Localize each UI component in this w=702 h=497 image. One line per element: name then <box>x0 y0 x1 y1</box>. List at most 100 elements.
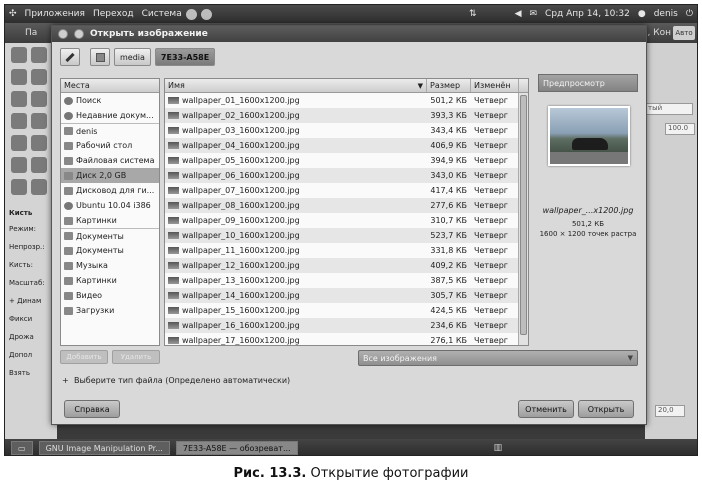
dock-combo[interactable]: тый <box>645 103 693 115</box>
tool-icon[interactable] <box>11 135 27 151</box>
place-item[interactable]: Поиск <box>61 93 159 108</box>
show-desktop-button[interactable]: ▭ <box>11 441 33 455</box>
tool-icon[interactable] <box>11 69 27 85</box>
dock-value-field[interactable]: 100.0 <box>665 123 695 135</box>
chevron-down-icon: ▼ <box>627 354 633 362</box>
place-label: Документы <box>76 231 124 241</box>
tool-icon[interactable] <box>31 113 47 129</box>
place-item[interactable]: Картинки <box>61 273 159 288</box>
place-item[interactable]: Файловая система <box>61 153 159 168</box>
clock[interactable]: Срд Апр 14, 10:32 <box>545 9 630 19</box>
power-icon[interactable]: ⏻ <box>686 9 693 19</box>
column-name[interactable]: Имя ▼ <box>165 79 427 92</box>
tool-icon[interactable] <box>11 157 27 173</box>
cancel-button[interactable]: Отменить <box>518 400 574 418</box>
image-file-icon <box>168 97 179 104</box>
brush-size-field[interactable]: 20,0 <box>655 405 685 417</box>
help-button[interactable]: Справка <box>64 400 120 418</box>
file-row[interactable]: wallpaper_13_1600x1200.jpg 387,5 КБ Четвер… <box>165 273 528 288</box>
file-row[interactable]: wallpaper_05_1600x1200.jpg 394,9 КБ Четвер… <box>165 153 528 168</box>
firefox-icon[interactable] <box>185 8 197 20</box>
place-item[interactable]: Недавние докум... <box>61 108 159 123</box>
tool-icon[interactable] <box>31 69 47 85</box>
file-row[interactable]: wallpaper_12_1600x1200.jpg 409,2 КБ Четвер… <box>165 258 528 273</box>
taskbar-file-browser[interactable]: 7E33-A58E — обозреват... <box>175 441 298 455</box>
tool-icon[interactable] <box>11 91 27 107</box>
file-modified: Четверг <box>474 141 508 150</box>
file-row[interactable]: wallpaper_01_1600x1200.jpg 501,2 КБ Четвер… <box>165 93 528 108</box>
trash-icon[interactable]: ▥ <box>494 443 503 453</box>
place-item[interactable]: Картинки <box>61 213 159 228</box>
folder-icon <box>64 232 73 240</box>
file-row[interactable]: wallpaper_09_1600x1200.jpg 310,7 КБ Четвер… <box>165 213 528 228</box>
tool-icon[interactable] <box>11 113 27 129</box>
close-icon[interactable] <box>58 29 68 39</box>
menu-places[interactable]: Переход <box>89 9 138 19</box>
places-header[interactable]: Места <box>61 79 159 93</box>
place-item[interactable]: Видео <box>61 288 159 303</box>
column-modified[interactable]: Изменён <box>471 79 519 92</box>
file-row[interactable]: wallpaper_06_1600x1200.jpg 343,0 КБ Четвер… <box>165 168 528 183</box>
file-row[interactable]: wallpaper_08_1600x1200.jpg 277,6 КБ Четвер… <box>165 198 528 213</box>
scrollbar-thumb[interactable] <box>520 95 527 335</box>
file-row[interactable]: wallpaper_14_1600x1200.jpg 305,7 КБ Четвер… <box>165 288 528 303</box>
tool-icon[interactable] <box>31 157 47 173</box>
folder-icon <box>64 276 73 285</box>
place-item[interactable]: Документы <box>61 228 159 243</box>
tool-icon[interactable] <box>31 179 47 195</box>
file-row[interactable]: wallpaper_03_1600x1200.jpg 343,4 КБ Четвер… <box>165 123 528 138</box>
menu-system[interactable]: Система <box>138 9 186 19</box>
file-row[interactable]: wallpaper_17_1600x1200.jpg 276,1 КБ Четвер… <box>165 333 528 345</box>
file-row[interactable]: wallpaper_15_1600x1200.jpg 424,5 КБ Четвер… <box>165 303 528 318</box>
take-checkbox-label[interactable]: Взять <box>9 369 30 377</box>
place-item[interactable]: Рабочий стол <box>61 138 159 153</box>
file-row[interactable]: wallpaper_02_1600x1200.jpg 393,3 КБ Четвер… <box>165 108 528 123</box>
place-item[interactable]: Дисковод для ги... <box>61 183 159 198</box>
place-item[interactable]: denis <box>61 123 159 138</box>
tool-icon[interactable] <box>31 91 47 107</box>
ubuntu-logo-icon[interactable]: ✣ <box>5 9 21 19</box>
file-row[interactable]: wallpaper_04_1600x1200.jpg 406,9 КБ Четвер… <box>165 138 528 153</box>
path-media-button[interactable]: media <box>114 48 151 66</box>
filetype-expander[interactable]: + Выберите тип файла (Определено автомат… <box>62 376 290 385</box>
file-name: wallpaper_08_1600x1200.jpg <box>182 201 300 210</box>
tool-icon[interactable] <box>11 179 27 195</box>
file-row[interactable]: wallpaper_10_1600x1200.jpg 523,7 КБ Четвер… <box>165 228 528 243</box>
files-scrollbar[interactable] <box>518 93 528 345</box>
place-item[interactable]: Документы <box>61 243 159 258</box>
user-name[interactable]: denis <box>654 9 678 19</box>
file-size: 409,2 КБ <box>430 261 467 270</box>
image-file-icon <box>168 217 179 224</box>
extra-checkbox-label[interactable]: Допол <box>9 351 32 359</box>
add-bookmark-button[interactable]: Добавить <box>60 350 108 364</box>
path-root-button[interactable] <box>90 48 110 66</box>
tool-icon[interactable] <box>31 135 47 151</box>
auto-button[interactable]: Авто <box>673 26 695 40</box>
type-location-button[interactable] <box>60 48 80 66</box>
place-item[interactable]: Музыка <box>61 258 159 273</box>
tool-icon[interactable] <box>11 47 27 63</box>
column-size[interactable]: Размер <box>427 79 471 92</box>
network-icon[interactable]: ⇅ <box>469 9 477 19</box>
volume-icon[interactable]: ◀ <box>515 9 522 19</box>
jitter-checkbox-label[interactable]: Дрожа <box>9 333 34 341</box>
fixed-checkbox-label[interactable]: Фикси <box>9 315 32 323</box>
file-row[interactable]: wallpaper_07_1600x1200.jpg 417,4 КБ Четвер… <box>165 183 528 198</box>
file-row[interactable]: wallpaper_16_1600x1200.jpg 234,6 КБ Четвер… <box>165 318 528 333</box>
preview-car <box>572 138 608 150</box>
place-item[interactable]: Загрузки <box>61 303 159 318</box>
place-item[interactable]: Диск 2,0 GB <box>61 168 159 183</box>
top-panel: ✣ Приложения Переход Система ⇅ ◀ ✉ Срд А… <box>5 5 697 23</box>
path-volume-button[interactable]: 7E33-A58E <box>154 48 216 66</box>
taskbar-gimp[interactable]: GNU Image Manipulation Pr... <box>38 441 170 455</box>
help-icon[interactable] <box>200 8 212 20</box>
open-button[interactable]: Открыть <box>578 400 634 418</box>
remove-bookmark-button[interactable]: Удалить <box>112 350 160 364</box>
place-item[interactable]: Ubuntu 10.04 i386 <box>61 198 159 213</box>
mail-icon[interactable]: ✉ <box>530 9 538 19</box>
menu-applications[interactable]: Приложения <box>21 9 89 19</box>
file-name: wallpaper_10_1600x1200.jpg <box>182 231 300 240</box>
file-row[interactable]: wallpaper_11_1600x1200.jpg 331,8 КБ Четвер… <box>165 243 528 258</box>
tool-icon[interactable] <box>31 47 47 63</box>
file-filter-combo[interactable]: Все изображения ▼ <box>358 350 638 366</box>
